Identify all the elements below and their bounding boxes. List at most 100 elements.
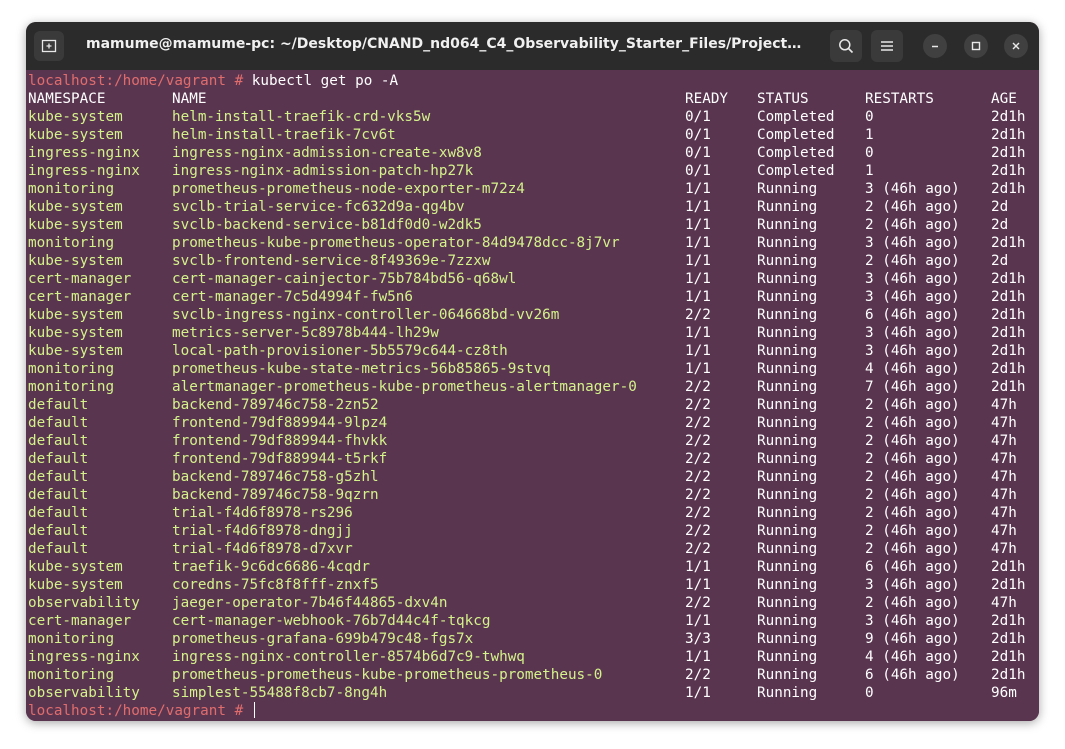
pod-restarts: 3 (46h ago)	[865, 181, 960, 197]
window-title: mamume@mamume-pc: ~/Desktop/CNAND_nd064_…	[86, 36, 803, 52]
pod-namespace: ingress-nginx	[28, 145, 140, 161]
pod-name: helm-install-traefik-crd-vks5w	[172, 109, 431, 125]
close-button[interactable]	[1004, 34, 1028, 58]
pod-namespace: monitoring	[28, 235, 115, 251]
pod-age: 2d1h	[991, 127, 1026, 143]
header-status: STATUS	[757, 91, 809, 107]
pod-name: metrics-server-5c8978b444-lh29w	[172, 325, 439, 341]
menu-button[interactable]	[871, 30, 903, 62]
pod-namespace: monitoring	[28, 181, 115, 197]
terminal-output[interactable]: localhost:/home/vagrant # kubectl get po…	[26, 70, 1039, 721]
pod-status: Completed	[757, 145, 835, 161]
pod-namespace: kube-system	[28, 325, 123, 341]
pod-age: 47h	[991, 451, 1017, 467]
pod-ready: 2/2	[685, 505, 711, 521]
pod-restarts: 2 (46h ago)	[865, 415, 960, 431]
pod-namespace: ingress-nginx	[28, 649, 140, 665]
pod-age: 47h	[991, 541, 1017, 557]
pod-restarts: 2 (46h ago)	[865, 253, 960, 269]
maximize-button[interactable]	[964, 34, 988, 58]
pod-namespace: default	[28, 415, 89, 431]
pod-name: frontend-79df889944-9lpz4	[172, 415, 388, 431]
search-button[interactable]	[830, 30, 862, 62]
pod-ready: 1/1	[685, 361, 711, 377]
pod-ready: 0/1	[685, 145, 711, 161]
pod-name: coredns-75fc8f8fff-znxf5	[172, 577, 379, 593]
pod-ready: 2/2	[685, 541, 711, 557]
pod-status: Running	[757, 469, 818, 485]
pod-namespace: monitoring	[28, 631, 115, 647]
pod-name: ingress-nginx-admission-create-xw8v8	[172, 145, 482, 161]
pod-restarts: 3 (46h ago)	[865, 289, 960, 305]
pod-age: 2d1h	[991, 577, 1026, 593]
pod-restarts: 1	[865, 127, 874, 143]
new-tab-button[interactable]	[34, 31, 64, 61]
pod-restarts: 2 (46h ago)	[865, 217, 960, 233]
pod-restarts: 7 (46h ago)	[865, 379, 960, 395]
pod-restarts: 3 (46h ago)	[865, 577, 960, 593]
minimize-button[interactable]	[923, 34, 947, 58]
pod-namespace: default	[28, 397, 89, 413]
pod-ready: 1/1	[685, 217, 711, 233]
search-icon	[839, 39, 854, 54]
terminal-window: mamume@mamume-pc: ~/Desktop/CNAND_nd064_…	[26, 22, 1039, 721]
pod-age: 47h	[991, 595, 1017, 611]
pod-restarts: 6 (46h ago)	[865, 559, 960, 575]
pod-status: Running	[757, 217, 818, 233]
pod-status: Completed	[757, 127, 835, 143]
pod-age: 2d1h	[991, 379, 1026, 395]
command-text: kubectl get po -A	[251, 73, 399, 89]
pod-namespace: kube-system	[28, 199, 123, 215]
pod-restarts: 2 (46h ago)	[865, 451, 960, 467]
pod-status: Running	[757, 361, 818, 377]
table-row: kube-system svclb-frontend-service-8f4936…	[28, 252, 1039, 270]
pod-ready: 2/2	[685, 379, 711, 395]
header-age: AGE	[991, 91, 1017, 107]
pod-namespace: cert-manager	[28, 271, 132, 287]
pod-restarts: 2 (46h ago)	[865, 199, 960, 215]
active-prompt-line[interactable]: localhost:/home/vagrant #	[28, 702, 1039, 720]
pod-name: alertmanager-prometheus-kube-prometheus-…	[172, 379, 637, 395]
pod-namespace: default	[28, 469, 89, 485]
pod-ready: 2/2	[685, 451, 711, 467]
pod-namespace: default	[28, 541, 89, 557]
header-namespace: NAMESPACE	[28, 91, 106, 107]
pod-ready: 2/2	[685, 307, 711, 323]
pod-namespace: default	[28, 505, 89, 521]
table-row: kube-system helm-install-traefik-crd-vks5…	[28, 108, 1039, 126]
pod-namespace: monitoring	[28, 361, 115, 377]
pod-age: 2d	[991, 253, 1009, 269]
pod-status: Running	[757, 397, 818, 413]
pod-age: 47h	[991, 433, 1017, 449]
pod-name: prometheus-kube-prometheus-operator-84d9…	[172, 235, 620, 251]
pod-ready: 0/1	[685, 163, 711, 179]
table-row: kube-system svclb-ingress-nginx-controlle…	[28, 306, 1039, 324]
pod-name: cert-manager-7c5d4994f-fw5n6	[172, 289, 414, 305]
pod-name: jaeger-operator-7b46f44865-dxv4n	[172, 595, 448, 611]
pod-status: Running	[757, 631, 818, 647]
pod-status: Running	[757, 523, 818, 539]
pod-age: 47h	[991, 523, 1017, 539]
pod-age: 96m	[991, 685, 1017, 701]
pod-ready: 1/1	[685, 199, 711, 215]
pod-ready: 3/3	[685, 631, 711, 647]
table-row: default frontend-79df889944-fhvkk 2/2 Runni…	[28, 432, 1039, 450]
pod-restarts: 2 (46h ago)	[865, 433, 960, 449]
maximize-icon	[971, 41, 981, 51]
table-row: ingress-nginx ingress-nginx-controller-85…	[28, 648, 1039, 666]
pod-namespace: cert-manager	[28, 289, 132, 305]
pod-namespace: kube-system	[28, 253, 123, 269]
pod-namespace: kube-system	[28, 127, 123, 143]
pod-namespace: kube-system	[28, 307, 123, 323]
pod-namespace: kube-system	[28, 343, 123, 359]
text-cursor	[253, 702, 255, 718]
pod-ready: 1/1	[685, 613, 711, 629]
table-row: cert-manager cert-manager-7c5d4994f-fw5n6…	[28, 288, 1039, 306]
pod-age: 2d1h	[991, 559, 1026, 575]
pod-age: 2d	[991, 217, 1009, 233]
pod-ready: 0/1	[685, 127, 711, 143]
pod-status: Running	[757, 307, 818, 323]
pod-namespace: observability	[28, 685, 140, 701]
pod-age: 2d1h	[991, 667, 1026, 683]
pod-status: Running	[757, 181, 818, 197]
